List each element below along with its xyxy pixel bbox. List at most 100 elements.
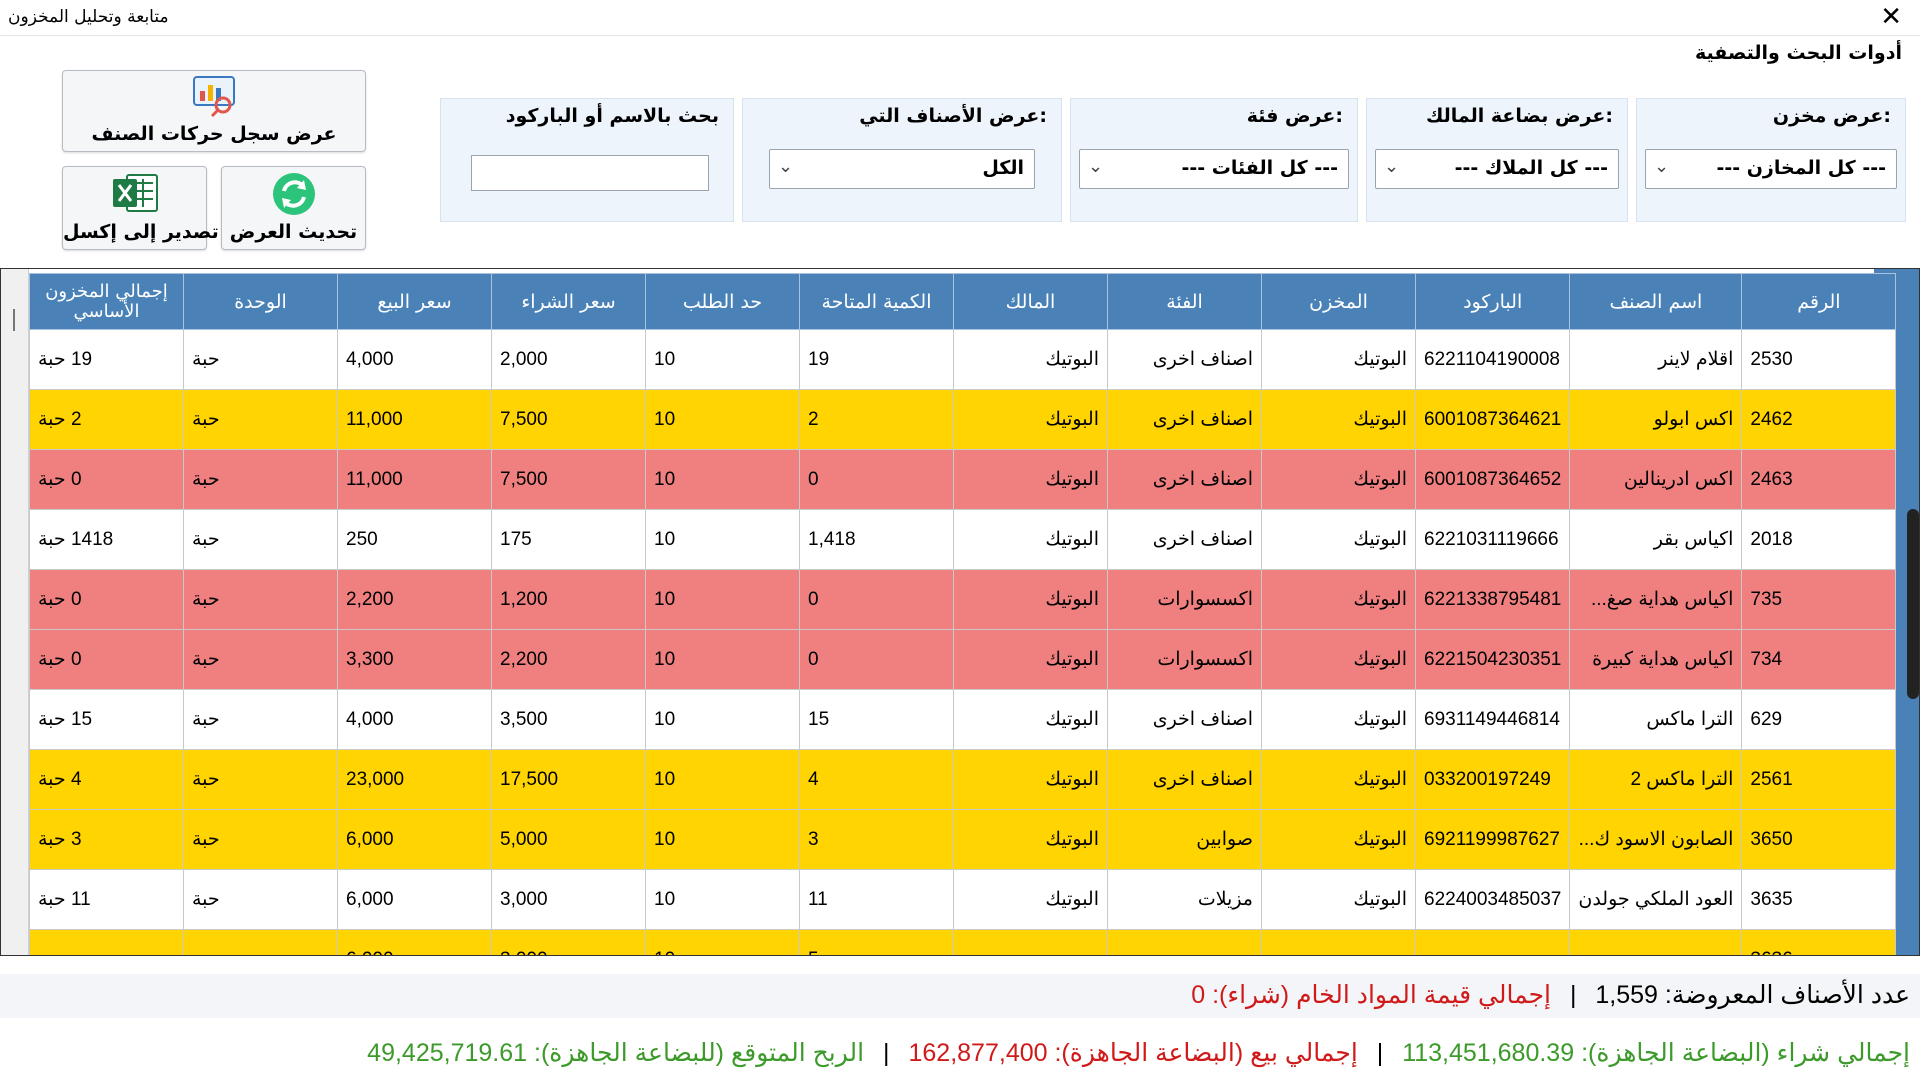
- table-cell[interactable]: 2 حبة: [29, 389, 184, 450]
- table-cell[interactable]: البوتيك: [953, 449, 1108, 510]
- table-cell[interactable]: 10: [645, 449, 800, 510]
- table-row[interactable]: 2561 الترا ماكس 2 033200197249 البوتيك اصناف…: [29, 749, 1897, 810]
- table-cell[interactable]: البوتيك: [953, 869, 1108, 930]
- export-excel-button[interactable]: تصدير إلى إكسل: [62, 166, 219, 250]
- table-cell[interactable]: 5,000: [491, 809, 646, 870]
- table-row[interactable]: 3636 5103,0006,000: [29, 929, 1897, 955]
- table-cell[interactable]: 1,418: [799, 509, 954, 570]
- table-cell[interactable]: 6,000: [337, 809, 492, 870]
- table-cell[interactable]: 3636: [1741, 929, 1897, 955]
- table-cell[interactable]: البوتيك: [953, 629, 1108, 690]
- table-cell[interactable]: 2561: [1741, 749, 1897, 810]
- table-cell[interactable]: 4: [799, 749, 954, 810]
- table-cell[interactable]: 6,000: [337, 929, 492, 955]
- table-cell[interactable]: 4,000: [337, 689, 492, 750]
- table-cell[interactable]: 6921199987627: [1414, 809, 1571, 870]
- column-header[interactable]: حد الطلب: [645, 273, 800, 330]
- table-cell[interactable]: الترا ماكس: [1569, 689, 1743, 750]
- items-select[interactable]: الكل ⌄: [769, 149, 1035, 189]
- table-cell[interactable]: 0: [799, 629, 954, 690]
- table-cell[interactable]: البوتيك: [1261, 449, 1416, 510]
- refresh-button[interactable]: تحديث العرض: [221, 166, 366, 250]
- table-row[interactable]: 629 الترا ماكس 6931149446814 البوتيك اصناف ا…: [29, 689, 1897, 750]
- table-cell[interactable]: اصناف اخرى: [1107, 509, 1262, 570]
- table-cell[interactable]: 5: [799, 929, 954, 955]
- column-header[interactable]: المخزن: [1261, 273, 1416, 330]
- table-cell[interactable]: 2,200: [337, 569, 492, 630]
- table-cell[interactable]: 10: [645, 869, 800, 930]
- table-cell[interactable]: [29, 929, 184, 955]
- table-cell[interactable]: البوتيك: [1261, 629, 1416, 690]
- table-cell[interactable]: 15 حبة: [29, 689, 184, 750]
- table-cell[interactable]: حبة: [183, 809, 338, 870]
- table-cell[interactable]: حبة: [183, 389, 338, 450]
- table-cell[interactable]: حبة: [183, 629, 338, 690]
- vertical-scrollbar[interactable]: [1907, 509, 1919, 699]
- table-cell[interactable]: 6221104190008: [1414, 329, 1571, 390]
- table-cell[interactable]: 0: [799, 449, 954, 510]
- search-input[interactable]: [471, 155, 709, 191]
- table-row[interactable]: 2530 اقلام لاينر 6221104190008 البوتيك اصناف…: [29, 329, 1897, 390]
- table-cell[interactable]: 734: [1741, 629, 1897, 690]
- table-cell[interactable]: 2530: [1741, 329, 1897, 390]
- table-cell[interactable]: 6224003485037: [1414, 869, 1571, 930]
- table-cell[interactable]: 175: [491, 509, 646, 570]
- column-header[interactable]: سعر البيع: [337, 273, 492, 330]
- table-cell[interactable]: 6931149446814: [1414, 689, 1571, 750]
- table-cell[interactable]: حبة: [183, 749, 338, 810]
- table-cell[interactable]: حبة: [183, 509, 338, 570]
- table-cell[interactable]: 2018: [1741, 509, 1897, 570]
- table-cell[interactable]: الصابون الاسود ك...: [1569, 809, 1743, 870]
- table-cell[interactable]: 4 حبة: [29, 749, 184, 810]
- table-cell[interactable]: 2: [799, 389, 954, 450]
- table-cell[interactable]: حبة: [183, 329, 338, 390]
- table-cell[interactable]: اكسسوارات: [1107, 569, 1262, 630]
- table-cell[interactable]: 1,200: [491, 569, 646, 630]
- table-cell[interactable]: اقلام لاينر: [1569, 329, 1743, 390]
- table-cell[interactable]: [1414, 929, 1571, 955]
- table-row[interactable]: 2463 اكس ادرينالين 6001087364652 البوتيك اصن…: [29, 449, 1897, 510]
- table-cell[interactable]: 3,300: [337, 629, 492, 690]
- table-cell[interactable]: [183, 929, 338, 955]
- table-cell[interactable]: اصناف اخرى: [1107, 749, 1262, 810]
- table-cell[interactable]: 2,000: [491, 329, 646, 390]
- column-header[interactable]: المالك: [953, 273, 1108, 330]
- table-cell[interactable]: 17,500: [491, 749, 646, 810]
- table-cell[interactable]: 6221504230351: [1414, 629, 1571, 690]
- table-cell[interactable]: 033200197249: [1414, 749, 1571, 810]
- table-cell[interactable]: 735: [1741, 569, 1897, 630]
- table-cell[interactable]: [953, 929, 1108, 955]
- table-cell[interactable]: اكياس هداية صغ...: [1569, 569, 1743, 630]
- column-header[interactable]: إجمالي المخزون الأساسي: [29, 273, 184, 330]
- table-cell[interactable]: البوتيك: [1261, 689, 1416, 750]
- table-cell[interactable]: صوابين: [1107, 809, 1262, 870]
- table-cell[interactable]: 1418 حبة: [29, 509, 184, 570]
- item-history-button[interactable]: عرض سجل حركات الصنف: [62, 70, 366, 152]
- table-cell[interactable]: 23,000: [337, 749, 492, 810]
- table-cell[interactable]: اصناف اخرى: [1107, 689, 1262, 750]
- table-cell[interactable]: 10: [645, 509, 800, 570]
- table-cell[interactable]: 2462: [1741, 389, 1897, 450]
- table-cell[interactable]: 629: [1741, 689, 1897, 750]
- table-cell[interactable]: 19: [799, 329, 954, 390]
- table-cell[interactable]: 3635: [1741, 869, 1897, 930]
- table-cell[interactable]: البوتيك: [953, 809, 1108, 870]
- table-cell[interactable]: 2463: [1741, 449, 1897, 510]
- table-cell[interactable]: حبة: [183, 569, 338, 630]
- column-header[interactable]: الرقم: [1741, 273, 1897, 330]
- table-cell[interactable]: 250: [337, 509, 492, 570]
- table-cell[interactable]: حبة: [183, 689, 338, 750]
- table-cell[interactable]: 10: [645, 629, 800, 690]
- table-cell[interactable]: 6001087364621: [1414, 389, 1571, 450]
- table-cell[interactable]: [1107, 929, 1262, 955]
- table-cell[interactable]: البوتيك: [1261, 749, 1416, 810]
- table-cell[interactable]: اكياس هداية كبيرة: [1569, 629, 1743, 690]
- table-cell[interactable]: البوتيك: [1261, 329, 1416, 390]
- category-select[interactable]: --- كل الفئات --- ⌄: [1079, 149, 1349, 189]
- table-row[interactable]: 2462 اكس ابولو 6001087364621 البوتيك اصناف ا…: [29, 389, 1897, 450]
- table-cell[interactable]: 11: [799, 869, 954, 930]
- table-cell[interactable]: 0 حبة: [29, 629, 184, 690]
- table-cell[interactable]: البوتيك: [953, 749, 1108, 810]
- table-cell[interactable]: 3,000: [491, 929, 646, 955]
- close-icon[interactable]: ✕: [1880, 2, 1902, 32]
